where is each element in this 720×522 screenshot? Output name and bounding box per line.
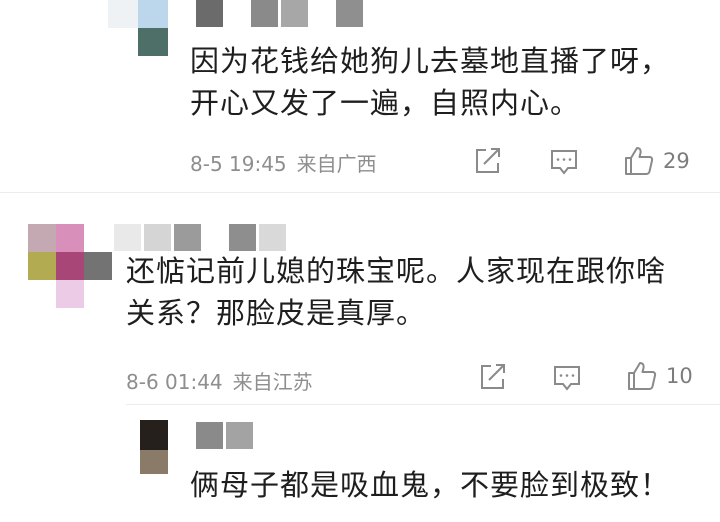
- reply-item: 俩母子都是吸血鬼，不要脸到极致！: [0, 404, 720, 522]
- username[interactable]: [114, 224, 286, 251]
- reply-button[interactable]: [552, 363, 582, 393]
- comment-item: 还惦记前儿媳的珠宝呢。人家现在跟你啥 关系？那脸皮是真厚。 8-6 01:44 来…: [0, 194, 720, 404]
- comment-location: 来自江苏: [232, 370, 313, 394]
- reply-button[interactable]: [549, 147, 579, 177]
- comment-location: 来自广西: [296, 152, 377, 176]
- comment-date: 8-5 19:45: [190, 152, 287, 176]
- share-button[interactable]: [477, 362, 507, 392]
- username[interactable]: [196, 0, 363, 27]
- share-icon: [481, 364, 505, 389]
- like-count: 10: [666, 364, 693, 388]
- comment-icon: [554, 366, 580, 391]
- comment-text: 还惦记前儿媳的珠宝呢。人家现在跟你啥 关系？那脸皮是真厚。: [126, 254, 667, 330]
- thumbs-up-icon: [628, 362, 657, 390]
- share-icon: [476, 148, 500, 173]
- like-count: 29: [663, 149, 690, 173]
- comment-text: 因为花钱给她狗儿去墓地直播了呀， 开心又发了一遍，自照内心。: [190, 44, 671, 120]
- avatar[interactable]: [140, 420, 168, 474]
- comment-date: 8-6 01:44: [126, 370, 223, 394]
- avatar[interactable]: [108, 0, 168, 56]
- comment-meta: 8-5 19:45 来自广西: [190, 148, 377, 177]
- avatar[interactable]: [28, 224, 112, 308]
- username[interactable]: [196, 422, 253, 449]
- comment-item: 因为花钱给她狗儿去墓地直播了呀， 开心又发了一遍，自照内心。 8-5 19:45…: [0, 0, 720, 193]
- comment-meta: 8-6 01:44 来自江苏: [126, 366, 313, 395]
- share-button[interactable]: [472, 146, 502, 176]
- divider: [126, 404, 720, 405]
- like-button[interactable]: 10: [626, 360, 693, 392]
- comment-icon: [551, 150, 577, 175]
- like-button[interactable]: 29: [623, 145, 690, 177]
- divider: [0, 192, 720, 193]
- thumbs-up-icon: [625, 147, 654, 175]
- comment-text: 俩母子都是吸血鬼，不要脸到极致！: [190, 468, 671, 502]
